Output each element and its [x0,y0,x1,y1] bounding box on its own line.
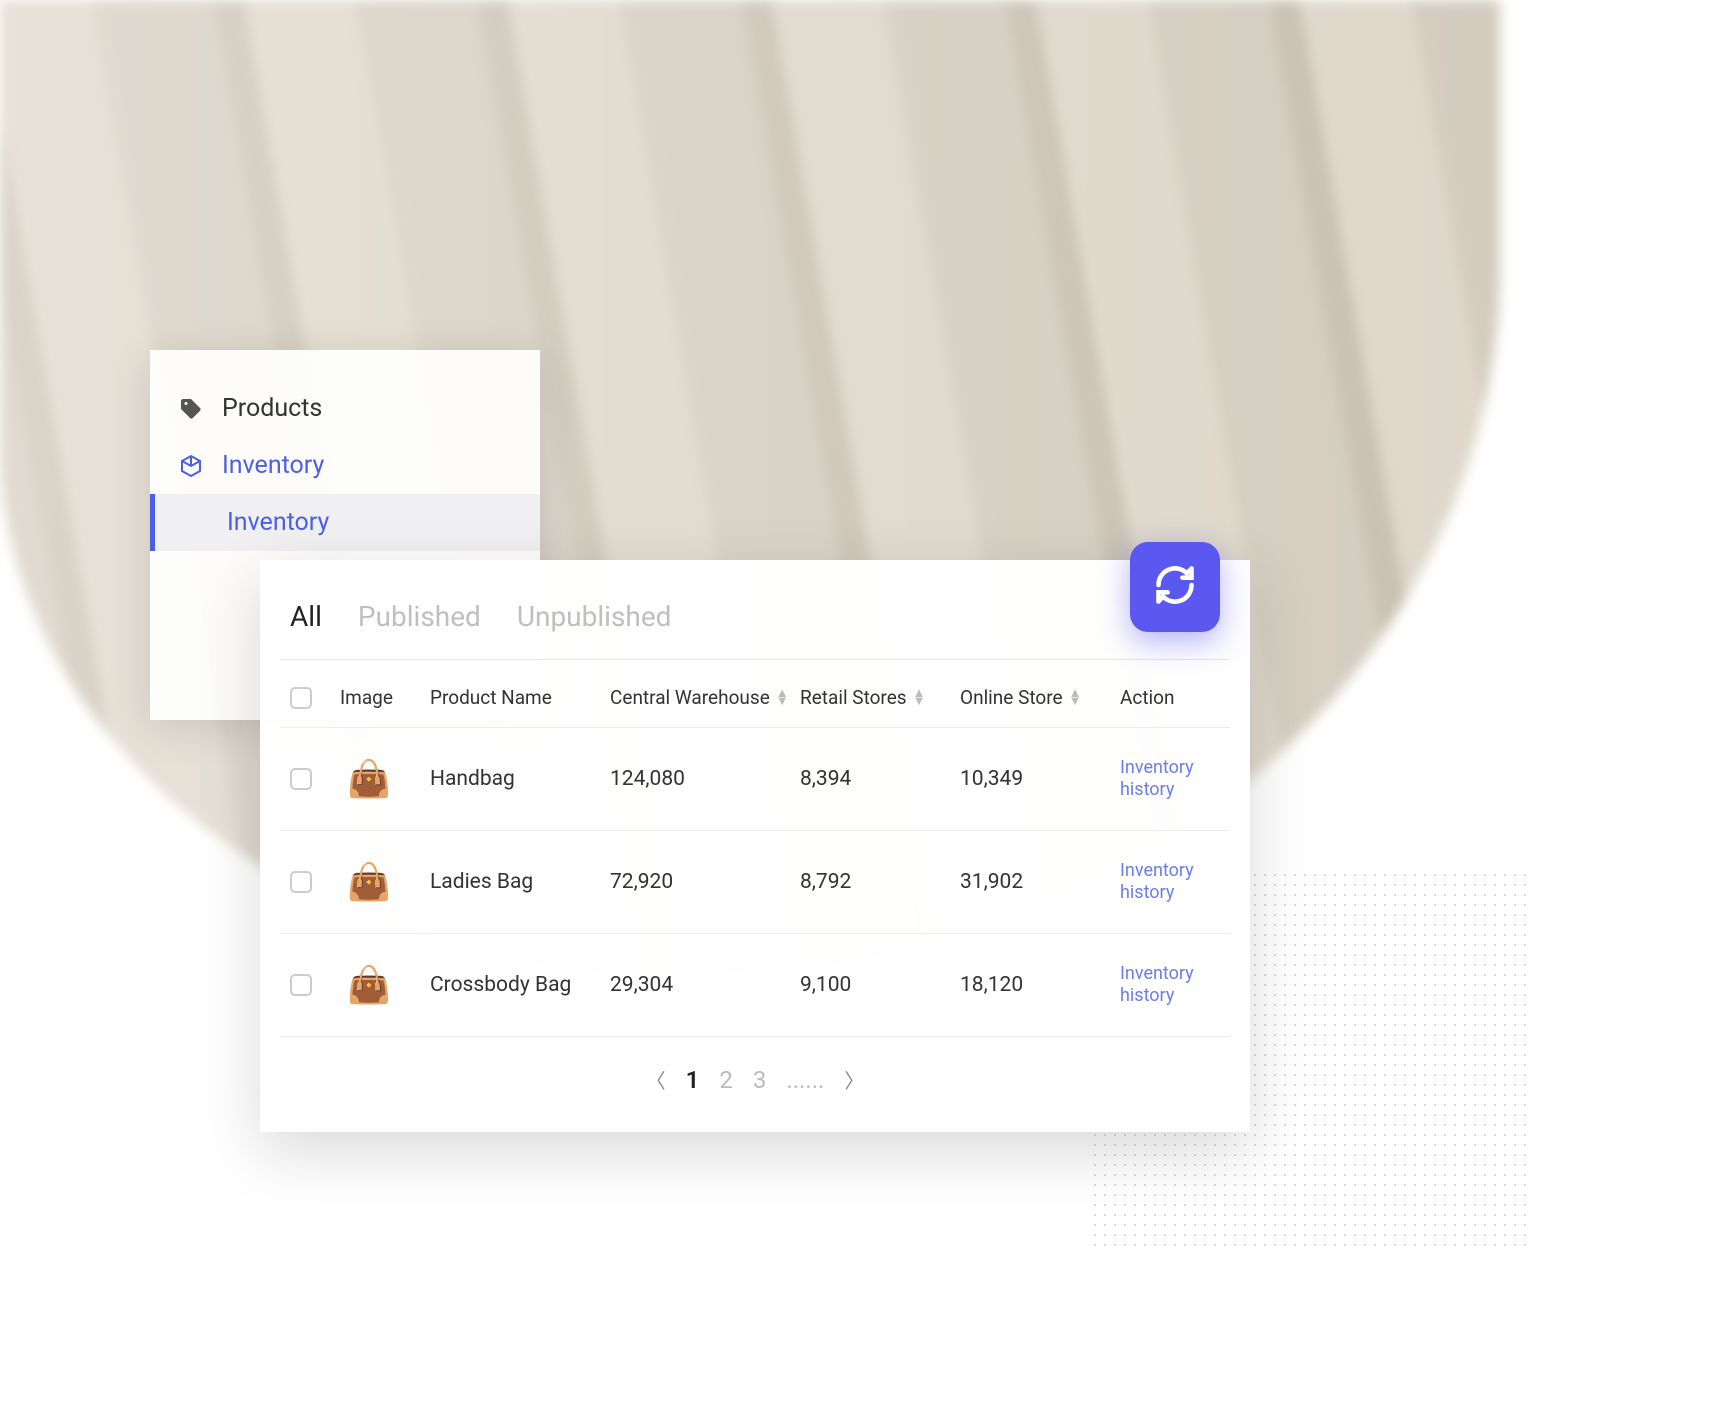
sort-icon: ▲▼ [913,690,926,706]
row-checkbox[interactable] [290,768,312,790]
col-online-label: Online Store [960,686,1063,709]
row-checkbox[interactable] [290,974,312,996]
col-central-warehouse[interactable]: Central Warehouse ▲▼ [610,686,800,709]
prev-page-icon[interactable]: 〈 [646,1065,666,1094]
cell-online: 18,120 [960,973,1120,997]
row-checkbox[interactable] [290,871,312,893]
sidebar-label-inventory: Inventory [222,451,324,480]
table-row: 👜 Handbag 124,080 8,394 10,349 Inventory… [280,728,1230,831]
tag-icon [178,396,204,422]
sidebar-item-products[interactable]: Products [150,380,540,437]
sort-icon: ▲▼ [1069,690,1082,706]
cell-online: 31,902 [960,870,1120,894]
sidebar-item-inventory[interactable]: Inventory [150,437,540,494]
tab-unpublished[interactable]: Unpublished [517,600,672,633]
sidebar-subitem-inventory[interactable]: Inventory [150,494,540,551]
cell-online: 10,349 [960,767,1120,791]
sort-icon: ▲▼ [776,690,789,706]
cell-retail: 8,792 [800,870,960,894]
product-name: Ladies Bag [430,870,610,894]
col-action: Action [1120,686,1250,709]
cell-retail: 8,394 [800,767,960,791]
col-central-label: Central Warehouse [610,686,770,709]
cube-icon [178,453,204,479]
table-header: Image Product Name Central Warehouse ▲▼ … [280,660,1230,728]
sync-icon [1153,563,1197,611]
col-retail-stores[interactable]: Retail Stores ▲▼ [800,686,960,709]
col-retail-label: Retail Stores [800,686,907,709]
product-thumb: 👜 [340,956,398,1014]
cell-central: 72,920 [610,870,800,894]
page-1[interactable]: 1 [686,1066,700,1094]
page-3[interactable]: 3 [753,1066,767,1094]
col-image: Image [340,686,430,709]
cell-central: 29,304 [610,973,800,997]
product-name: Handbag [430,767,610,791]
tab-published[interactable]: Published [358,600,481,633]
inventory-panel: All Published Unpublished Image Product … [260,560,1250,1132]
col-product-name: Product Name [430,686,610,709]
table-row: 👜 Ladies Bag 72,920 8,792 31,902 Invento… [280,831,1230,934]
col-online-store[interactable]: Online Store ▲▼ [960,686,1120,709]
page-2[interactable]: 2 [719,1066,733,1094]
tabs: All Published Unpublished [280,600,1230,660]
cell-central: 124,080 [610,767,800,791]
select-all-checkbox[interactable] [290,687,312,709]
pagination: 〈 1 2 3 ...... 〉 [280,1037,1230,1102]
inventory-history-link[interactable]: Inventory history [1120,757,1250,800]
next-page-icon[interactable]: 〉 [844,1065,864,1094]
sidebar-sublabel: Inventory [227,508,329,537]
product-name: Crossbody Bag [430,973,610,997]
inventory-history-link[interactable]: Inventory history [1120,860,1250,903]
inventory-history-link[interactable]: Inventory history [1120,963,1250,1006]
table-row: 👜 Crossbody Bag 29,304 9,100 18,120 Inve… [280,934,1230,1037]
product-thumb: 👜 [340,750,398,808]
tab-all[interactable]: All [290,600,322,633]
sync-button[interactable] [1130,542,1220,632]
cell-retail: 9,100 [800,973,960,997]
product-thumb: 👜 [340,853,398,911]
page-ellipsis: ...... [786,1066,824,1094]
sidebar-label-products: Products [222,394,322,423]
